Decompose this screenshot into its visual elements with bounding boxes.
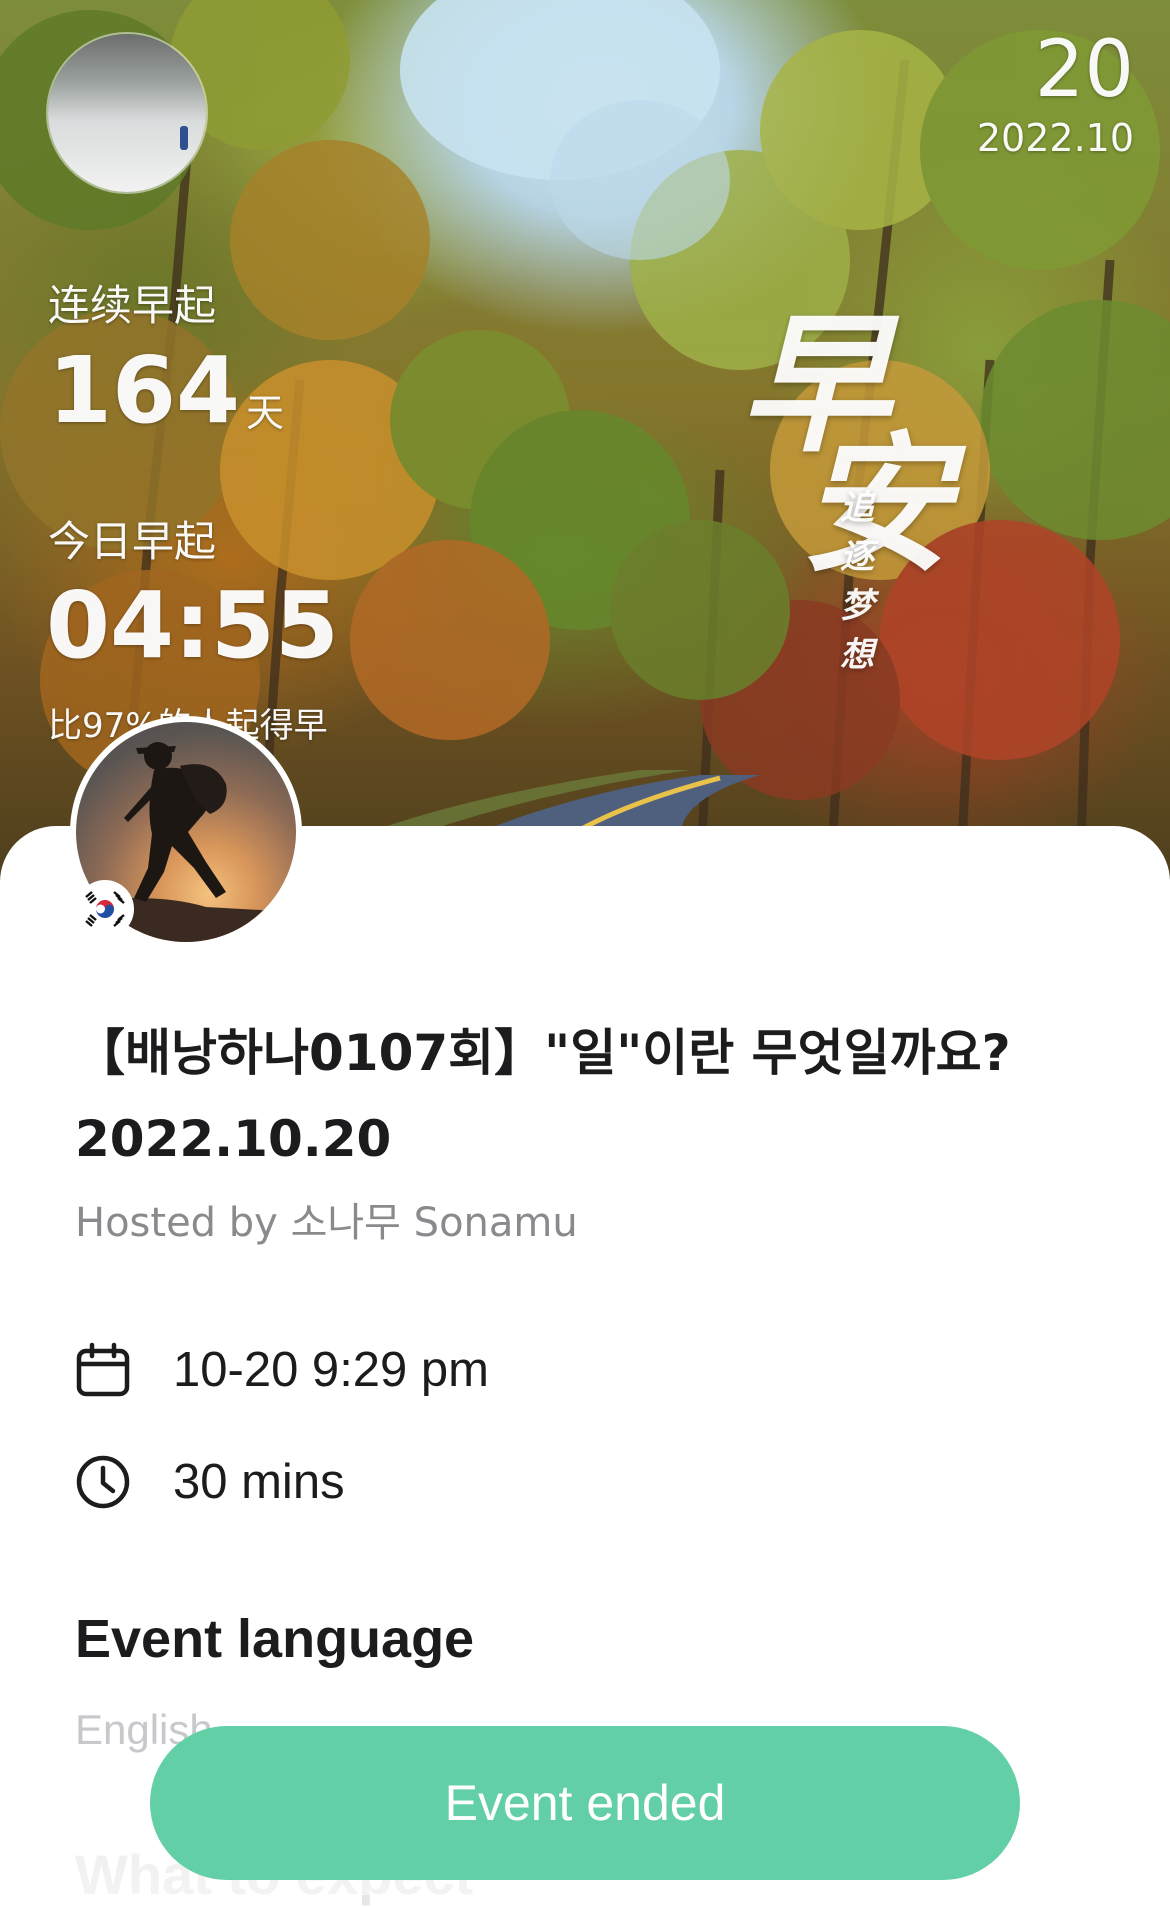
south-korea-flag-icon — [78, 882, 132, 936]
event-date-time: 10-20 9:29 pm — [173, 1343, 489, 1397]
clock-icon — [75, 1454, 131, 1510]
user-photo-thumbnail — [48, 34, 206, 192]
date-month: 2022.10 — [976, 116, 1134, 160]
hosted-by-text[interactable]: Hosted by 소나무 Sonamu — [75, 1190, 578, 1248]
streak-unit: 天 — [246, 391, 285, 435]
calendar-icon — [75, 1342, 131, 1398]
event-duration-row: 30 mins — [75, 1454, 345, 1510]
streak-value: 164 — [48, 337, 241, 444]
today-label: 今日早起 — [48, 517, 217, 566]
date-day: 20 — [1034, 25, 1134, 115]
event-title: 【배낭하나0107회】"일"이란 무엇일까요? 2022.10.20 — [75, 1024, 1011, 1168]
calligraphy-slogan: 追逐梦想 — [840, 488, 876, 675]
streak-label: 连续早起 — [48, 281, 217, 330]
event-date-row: 10-20 9:29 pm — [75, 1342, 489, 1398]
event-language-heading: Event language — [75, 1609, 475, 1669]
event-ended-button[interactable]: Event ended — [150, 1726, 1020, 1880]
wake-up-time: 04:55 — [46, 572, 339, 679]
person-figure-icon — [180, 126, 188, 150]
event-duration: 30 mins — [173, 1455, 345, 1509]
